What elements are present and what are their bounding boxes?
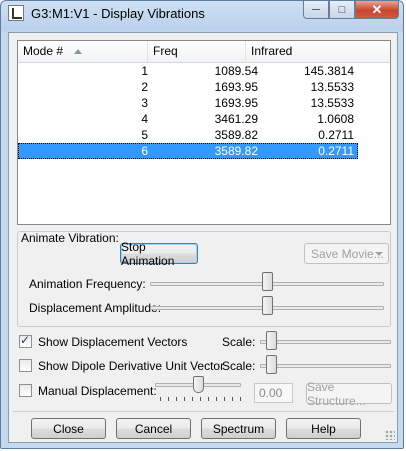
slider-tick [232,397,233,401]
show-dipole-derivative-checkbox[interactable] [19,359,32,372]
display-vibrations-window: G3:M1:V1 - Display Vibrations ─ □ ✕ Mode… [0,0,404,449]
gaussview-icon[interactable] [8,5,24,21]
maximize-icon: □ [338,3,346,16]
animate-vibration-label: Animate Vibration: [21,231,119,245]
scale-label-1: Scale: [222,335,256,349]
modes-table[interactable]: Mode # Freq Infrared 1 1089.54 145.3814 2 16… [17,40,391,225]
mode-cell: 3 [141,96,148,110]
close-icon: ✕ [371,1,383,17]
slider-tick [200,397,201,401]
manual-displacement-checkbox[interactable] [19,384,32,397]
table-header: Mode # Freq Infrared [18,41,390,63]
spectrum-button[interactable]: Spectrum [201,418,276,439]
save-movie-label: Save Movie... [311,246,384,261]
scale-label-2: Scale: [222,359,256,373]
table-row[interactable]: 3 1693.95 13.5533 [18,95,358,111]
manual-displacement-slider[interactable] [192,376,204,393]
slider-tick [176,397,177,401]
freq-cell: 1089.54 [214,64,258,78]
column-header-mode-label: Mode # [23,44,64,58]
mode-cell: 5 [141,128,148,142]
mode-cell: 6 [141,144,148,158]
stop-animation-button[interactable]: Stop Animation [120,240,198,268]
displacement-amplitude-slider[interactable] [261,296,273,315]
window-title: G3:M1:V1 - Display Vibrations [31,6,205,21]
infrared-cell: 13.5533 [310,96,354,110]
close-window-button[interactable]: ✕ [355,1,399,19]
table-row[interactable]: 2 1693.95 13.5533 [18,79,358,95]
mode-cell: 1 [141,64,148,78]
animation-frequency-slider[interactable] [261,272,273,291]
slider-tick [192,397,193,401]
freq-cell: 1693.95 [214,80,258,94]
slider-tick [224,397,225,401]
column-header-infrared[interactable]: Infrared [246,41,390,62]
manual-displacement-label: Manual Displacement: [38,384,157,398]
scale-track-1[interactable] [260,340,391,344]
freq-cell: 3589.82 [214,144,258,158]
show-displacement-vectors-checkbox[interactable] [19,333,32,348]
minimize-icon: ─ [312,3,320,16]
maximize-button[interactable]: □ [329,1,355,19]
infrared-cell: 145.3814 [303,64,354,78]
cancel-button[interactable]: Cancel [116,418,191,439]
mode-cell: 2 [141,80,148,94]
save-structure-button[interactable]: Save Structure... [306,380,392,408]
help-button[interactable]: Help [286,418,361,439]
title-bar[interactable]: G3:M1:V1 - Display Vibrations ─ □ ✕ [1,1,405,27]
column-header-mode[interactable]: Mode # [18,41,148,62]
slider-tick [168,397,169,401]
show-dipole-derivative-label: Show Dipole Derivative Unit Vector [38,359,225,373]
displacement-amplitude-label: Displacement Amplitude: [29,301,162,315]
save-movie-dropdown[interactable]: Save Movie... [304,243,389,264]
caption-buttons: ─ □ ✕ [303,1,399,20]
table-row[interactable]: 6 3589.82 0.2711 [18,143,358,159]
scale-track-2[interactable] [260,364,391,368]
slider-tick [160,397,161,401]
table-row[interactable]: 4 3461.29 1.0608 [18,111,358,127]
column-header-freq-label: Freq [153,44,178,58]
show-displacement-vectors-label: Show Displacement Vectors [38,335,188,349]
column-header-freq[interactable]: Freq [148,41,246,62]
column-header-infrared-label: Infrared [251,44,293,58]
close-button[interactable]: Close [31,418,106,439]
freq-cell: 1693.95 [214,96,258,110]
slider-tick [184,397,185,401]
slider-tick [208,397,209,401]
chevron-down-icon [375,252,383,256]
table-row[interactable]: 5 3589.82 0.2711 [18,127,358,143]
infrared-cell: 0.2711 [318,128,354,142]
slider-tick [240,397,241,401]
dipole-scale-slider[interactable] [266,355,277,374]
resize-grip-icon[interactable] [385,430,395,440]
minimize-button[interactable]: ─ [303,1,329,19]
freq-cell: 3589.82 [214,128,258,142]
animation-frequency-label: Animation Frequency: [29,277,146,291]
freq-cell: 3461.29 [214,112,258,126]
infrared-cell: 1.0608 [317,112,354,126]
table-row[interactable]: 1 1089.54 145.3814 [18,63,358,79]
mode-cell: 4 [141,112,148,126]
sort-ascending-icon [74,49,82,54]
dialog-body: Mode # Freq Infrared 1 1089.54 145.3814 2 16… [8,32,398,443]
slider-tick [216,397,217,401]
infrared-cell: 0.2711 [318,144,354,158]
manual-displacement-value[interactable]: 0.00 [254,383,293,403]
infrared-cell: 13.5533 [310,80,354,94]
displacement-scale-slider[interactable] [266,331,277,350]
